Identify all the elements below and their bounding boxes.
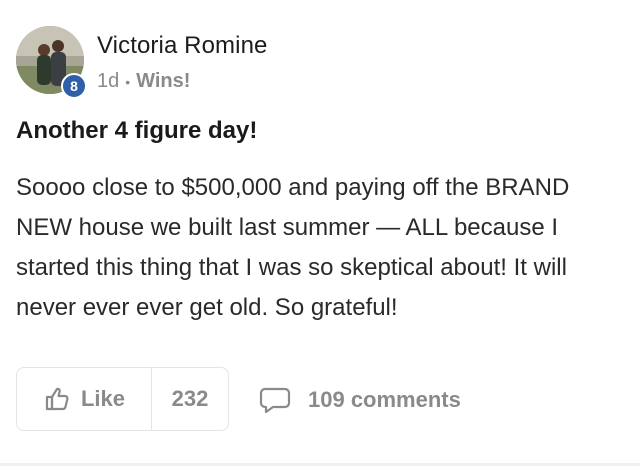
post-card: 8 Victoria Romine 1d • Wins! Another 4 f…	[0, 0, 640, 466]
like-label: Like	[80, 386, 126, 411]
post-category[interactable]: Wins!	[136, 70, 190, 93]
comments-button[interactable]: 109 comments	[259, 380, 461, 420]
post-meta: 1d • Wins!	[97, 70, 190, 93]
like-button[interactable]: Like	[17, 368, 152, 430]
speech-bubble-icon	[259, 387, 291, 414]
post-body: Soooo close to $500,000 and paying off t…	[16, 174, 570, 321]
comments-label: 109 comments	[308, 387, 461, 412]
meta-separator: •	[125, 73, 131, 90]
post-time: 1d	[97, 70, 120, 92]
level-badge: 8	[61, 73, 87, 99]
thumbs-up-icon	[45, 387, 69, 411]
like-group: Like 232	[16, 367, 229, 431]
like-count[interactable]: 232	[152, 368, 228, 430]
author-name[interactable]: Victoria Romine	[97, 32, 267, 60]
post-title: Another 4 figure day!	[16, 117, 258, 144]
